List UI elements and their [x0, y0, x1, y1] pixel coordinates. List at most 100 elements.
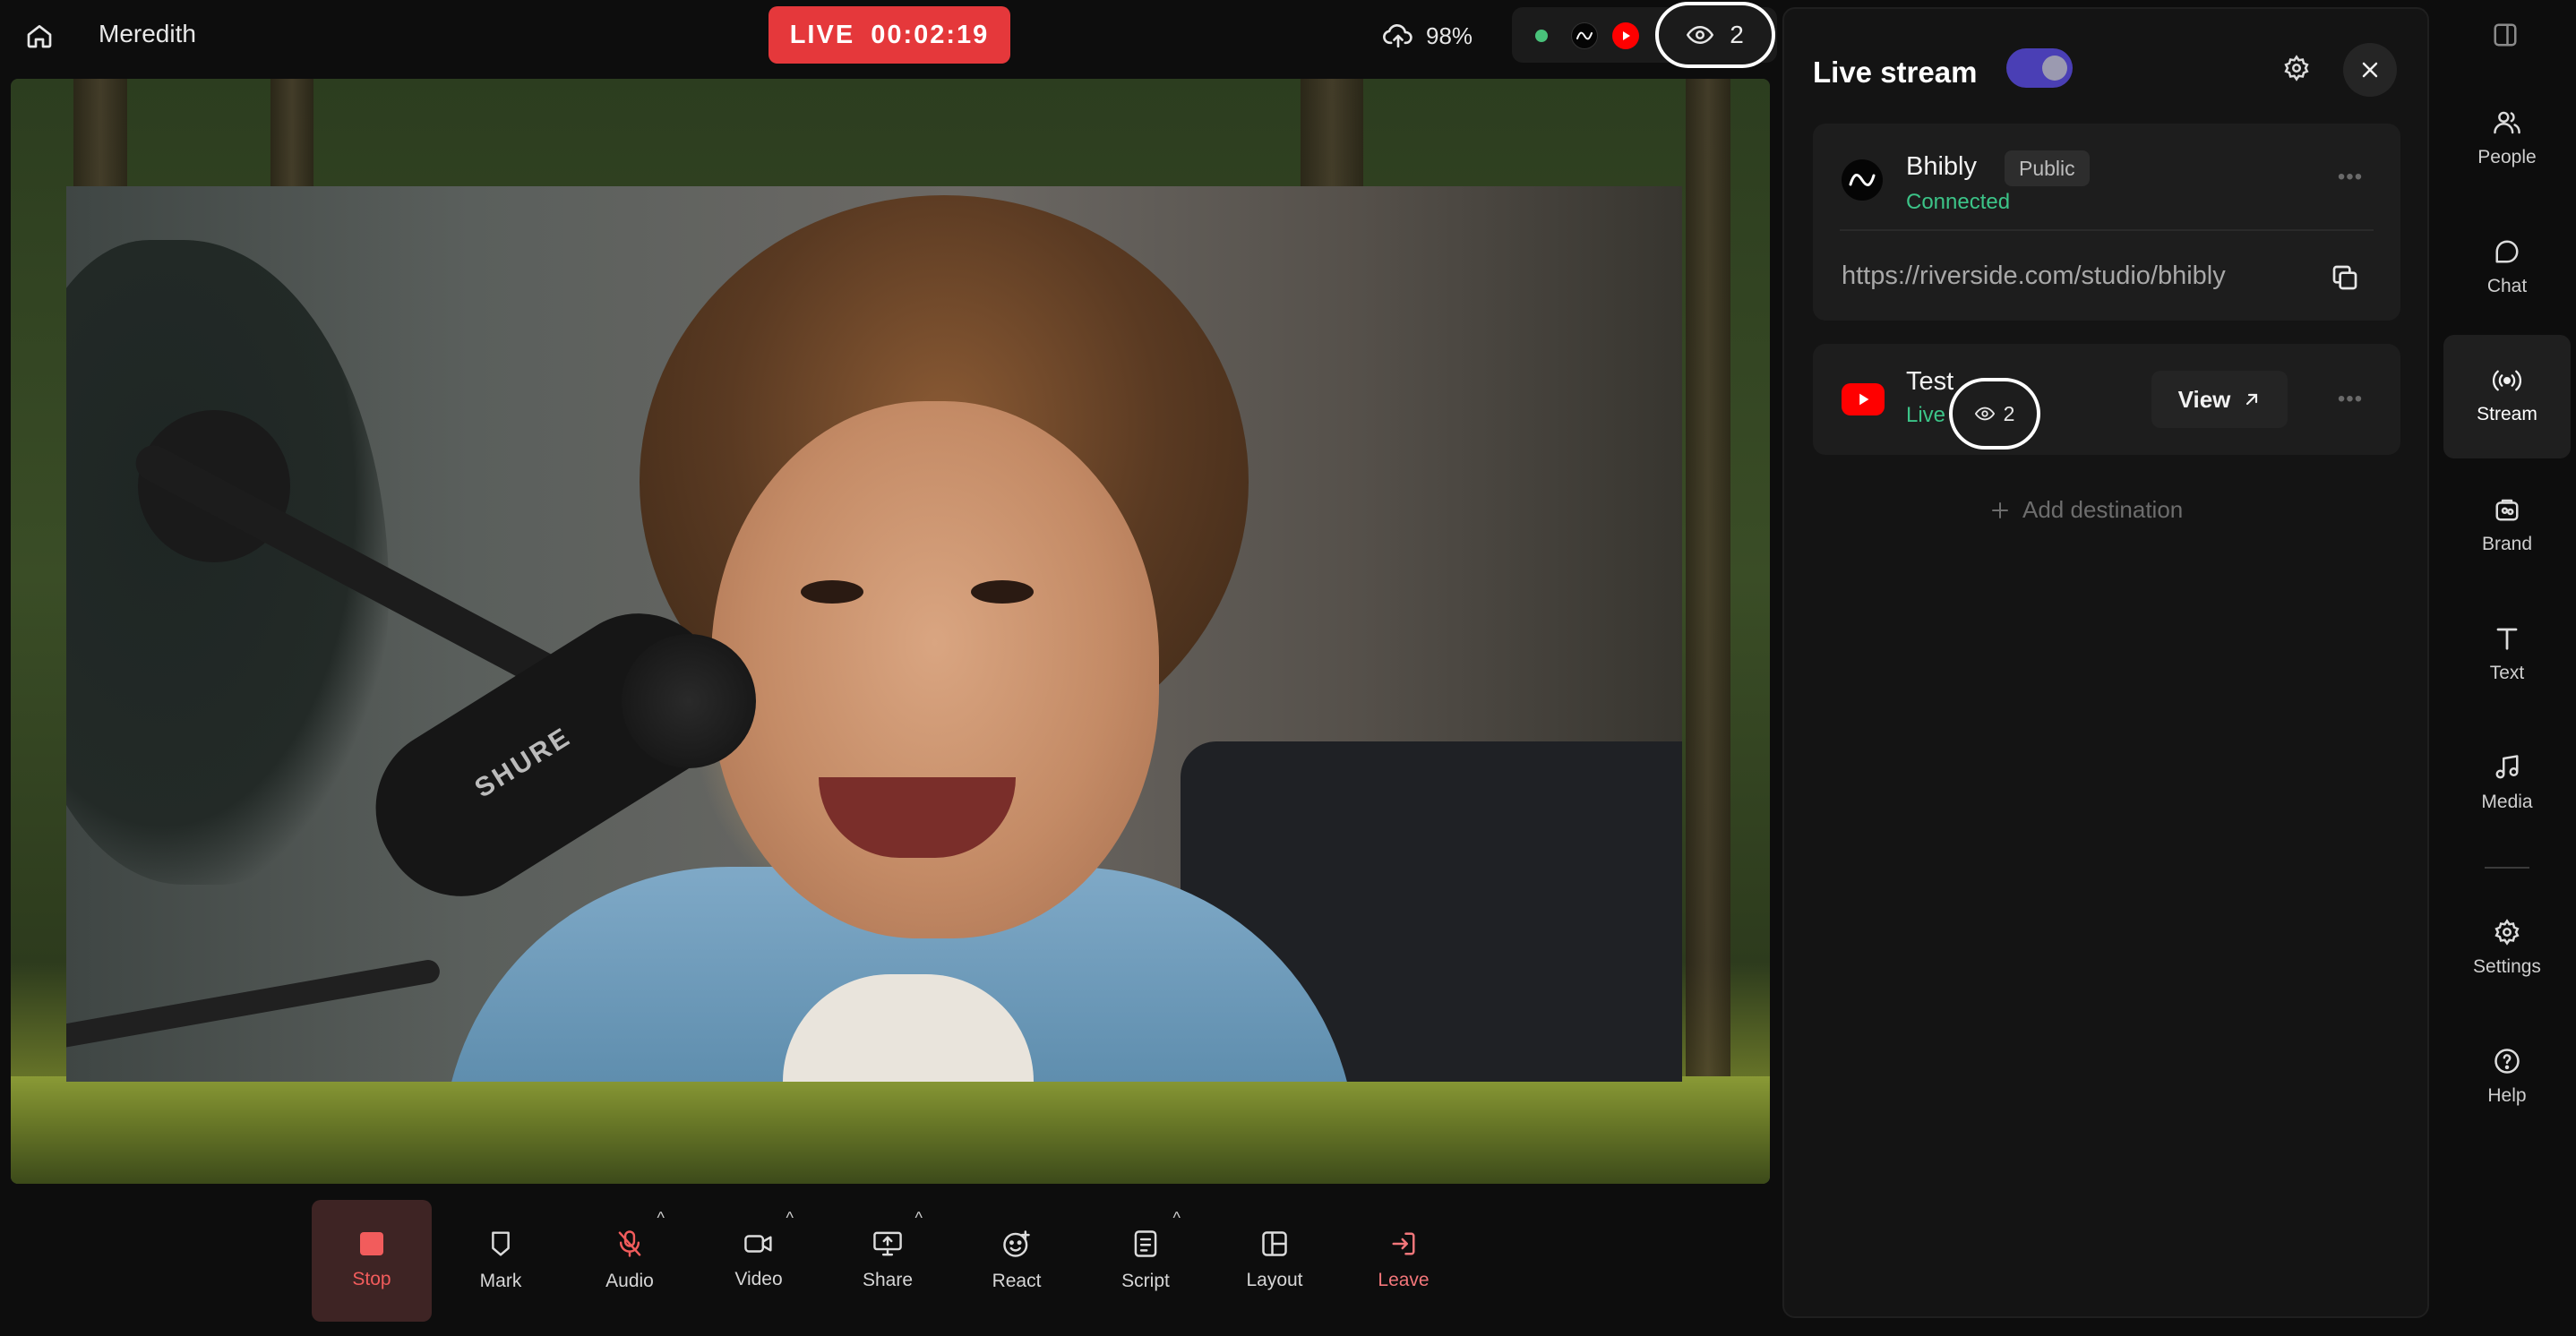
more-options-icon[interactable]: •••: [2332, 159, 2368, 195]
add-destination-button[interactable]: Add destination: [1990, 496, 2183, 524]
gear-icon[interactable]: [2279, 50, 2314, 86]
viewer-count: 2: [2003, 401, 2015, 425]
tool-label: React: [992, 1271, 1042, 1291]
bhibly-logo-icon: [1842, 159, 1883, 201]
script-icon: [1134, 1230, 1157, 1257]
sidebar-item-settings[interactable]: Settings: [2443, 886, 2571, 1010]
chevron-up-icon[interactable]: ^: [657, 1209, 665, 1228]
background-tree: [1686, 79, 1730, 1184]
chevron-up-icon[interactable]: ^: [915, 1209, 923, 1228]
sidebar-item-chat[interactable]: Chat: [2443, 206, 2571, 330]
copy-icon[interactable]: [2325, 258, 2365, 297]
share-button[interactable]: ^ Share: [828, 1200, 948, 1322]
eye-shape: [801, 580, 863, 604]
video-button[interactable]: ^ Video: [699, 1200, 819, 1322]
react-button[interactable]: React: [957, 1200, 1077, 1322]
participant-video-tile[interactable]: SHURE: [66, 186, 1682, 1082]
tool-label: Layout: [1246, 1270, 1303, 1290]
sidebar-item-label: Stream: [2477, 404, 2537, 424]
chevron-up-icon[interactable]: ^: [1173, 1209, 1181, 1228]
destination-name: Bhibly: [1906, 152, 1977, 181]
home-icon[interactable]: [21, 18, 57, 54]
studio-name: Meredith: [99, 20, 196, 47]
toggle-knob: [2042, 56, 2067, 81]
audio-button[interactable]: ^ Audio: [570, 1200, 690, 1322]
sidebar-item-people[interactable]: People: [2443, 77, 2571, 201]
sidebar-item-brand[interactable]: Brand: [2443, 464, 2571, 587]
stop-icon: [360, 1232, 383, 1255]
brand-kit-icon: [2495, 499, 2519, 521]
view-stream-button[interactable]: View: [2151, 371, 2288, 428]
settings-gear-icon: [2494, 919, 2520, 946]
cloud-upload-icon: [1383, 22, 1413, 49]
bottom-toolbar: Stop Mark ^ Audio ^ Video ^ Share React …: [312, 1200, 1464, 1322]
help-icon: [2494, 1049, 2520, 1074]
live-status-button[interactable]: LIVE 00:02:19: [769, 6, 1010, 64]
chevron-up-icon[interactable]: ^: [786, 1209, 794, 1228]
stop-button[interactable]: Stop: [312, 1200, 432, 1322]
mic-brand-label: SHURE: [469, 721, 577, 804]
bookmark-icon: [492, 1231, 510, 1256]
destination-card-youtube: Test Live 2 View •••: [1813, 344, 2400, 455]
tool-label: Script: [1121, 1271, 1170, 1291]
layout-button[interactable]: Layout: [1215, 1200, 1335, 1322]
destination-status: Connected: [1906, 190, 2011, 214]
chat-icon: [2495, 240, 2519, 263]
view-label: View: [2177, 385, 2231, 413]
sidebar-item-help[interactable]: Help: [2443, 1015, 2571, 1139]
cable-shape: [66, 957, 442, 1050]
live-stream-panel: Live stream Bhibly Public Connected ••• …: [1782, 7, 2429, 1318]
face-shape: [711, 401, 1159, 938]
live-stream-toggle[interactable]: [2006, 48, 2073, 88]
connection-dot: [1535, 30, 1548, 42]
youtube-icon: [1612, 22, 1639, 49]
sidebar-item-label: Chat: [2486, 276, 2528, 296]
viewer-count-badge[interactable]: 2: [1949, 378, 2040, 450]
tool-label: Leave: [1378, 1270, 1430, 1290]
bhibly-icon: [1571, 22, 1598, 49]
eye-icon: [1974, 407, 1995, 421]
microphone-cap-shape: [622, 634, 756, 768]
tool-label: Mark: [479, 1271, 522, 1291]
layout-icon: [1262, 1231, 1287, 1256]
eye-shape: [971, 580, 1034, 604]
leave-button[interactable]: Leave: [1344, 1200, 1464, 1322]
more-options-icon[interactable]: •••: [2332, 381, 2368, 417]
sidebar-item-text[interactable]: Text: [2443, 593, 2571, 716]
music-note-icon: [2495, 755, 2519, 779]
text-icon: [2496, 628, 2518, 650]
eye-icon: [1687, 25, 1714, 45]
sidebar-item-media[interactable]: Media: [2443, 722, 2571, 845]
mark-button[interactable]: Mark: [441, 1200, 561, 1322]
mic-muted-icon: [618, 1230, 641, 1257]
divider: [1840, 229, 2374, 231]
top-bar: Meredith LIVE 00:02:19 98% 2: [0, 0, 1782, 75]
emoji-icon: [1003, 1230, 1030, 1257]
add-destination-label: Add destination: [2022, 496, 2184, 523]
video-stage[interactable]: SHURE: [11, 79, 1770, 1184]
camera-icon: [744, 1235, 772, 1253]
screen-share-icon: [873, 1231, 902, 1256]
script-button[interactable]: ^ Script: [1086, 1200, 1206, 1322]
panel-title: Live stream: [1813, 56, 1978, 89]
sidebar-item-stream[interactable]: Stream: [2443, 335, 2571, 458]
right-sidebar: People Chat Stream Brand Text Media Sett…: [2438, 0, 2576, 1336]
visibility-badge: Public: [2005, 150, 2090, 186]
leave-icon: [1392, 1232, 1415, 1255]
sidebar-item-label: Text: [2489, 663, 2525, 683]
sidebar-item-label: Media: [2481, 792, 2533, 812]
viewer-count-button[interactable]: 2: [1655, 2, 1775, 68]
people-icon: [2494, 111, 2520, 134]
live-label: LIVE: [789, 20, 855, 49]
sidebar-item-label: Brand: [2481, 534, 2533, 554]
upload-percent: 98%: [1426, 21, 1473, 49]
tool-label: Audio: [605, 1271, 654, 1291]
tool-label: Stop: [352, 1269, 391, 1289]
sidebar-divider: [2485, 867, 2529, 869]
sidebar-item-label: Help: [2487, 1085, 2527, 1106]
collapse-panel-icon[interactable]: [2492, 21, 2522, 52]
sidebar-item-label: Settings: [2473, 956, 2541, 977]
close-icon[interactable]: [2343, 43, 2397, 97]
tool-label: Share: [862, 1270, 914, 1290]
destination-card-bhibly: Bhibly Public Connected ••• https://rive…: [1813, 124, 2400, 321]
